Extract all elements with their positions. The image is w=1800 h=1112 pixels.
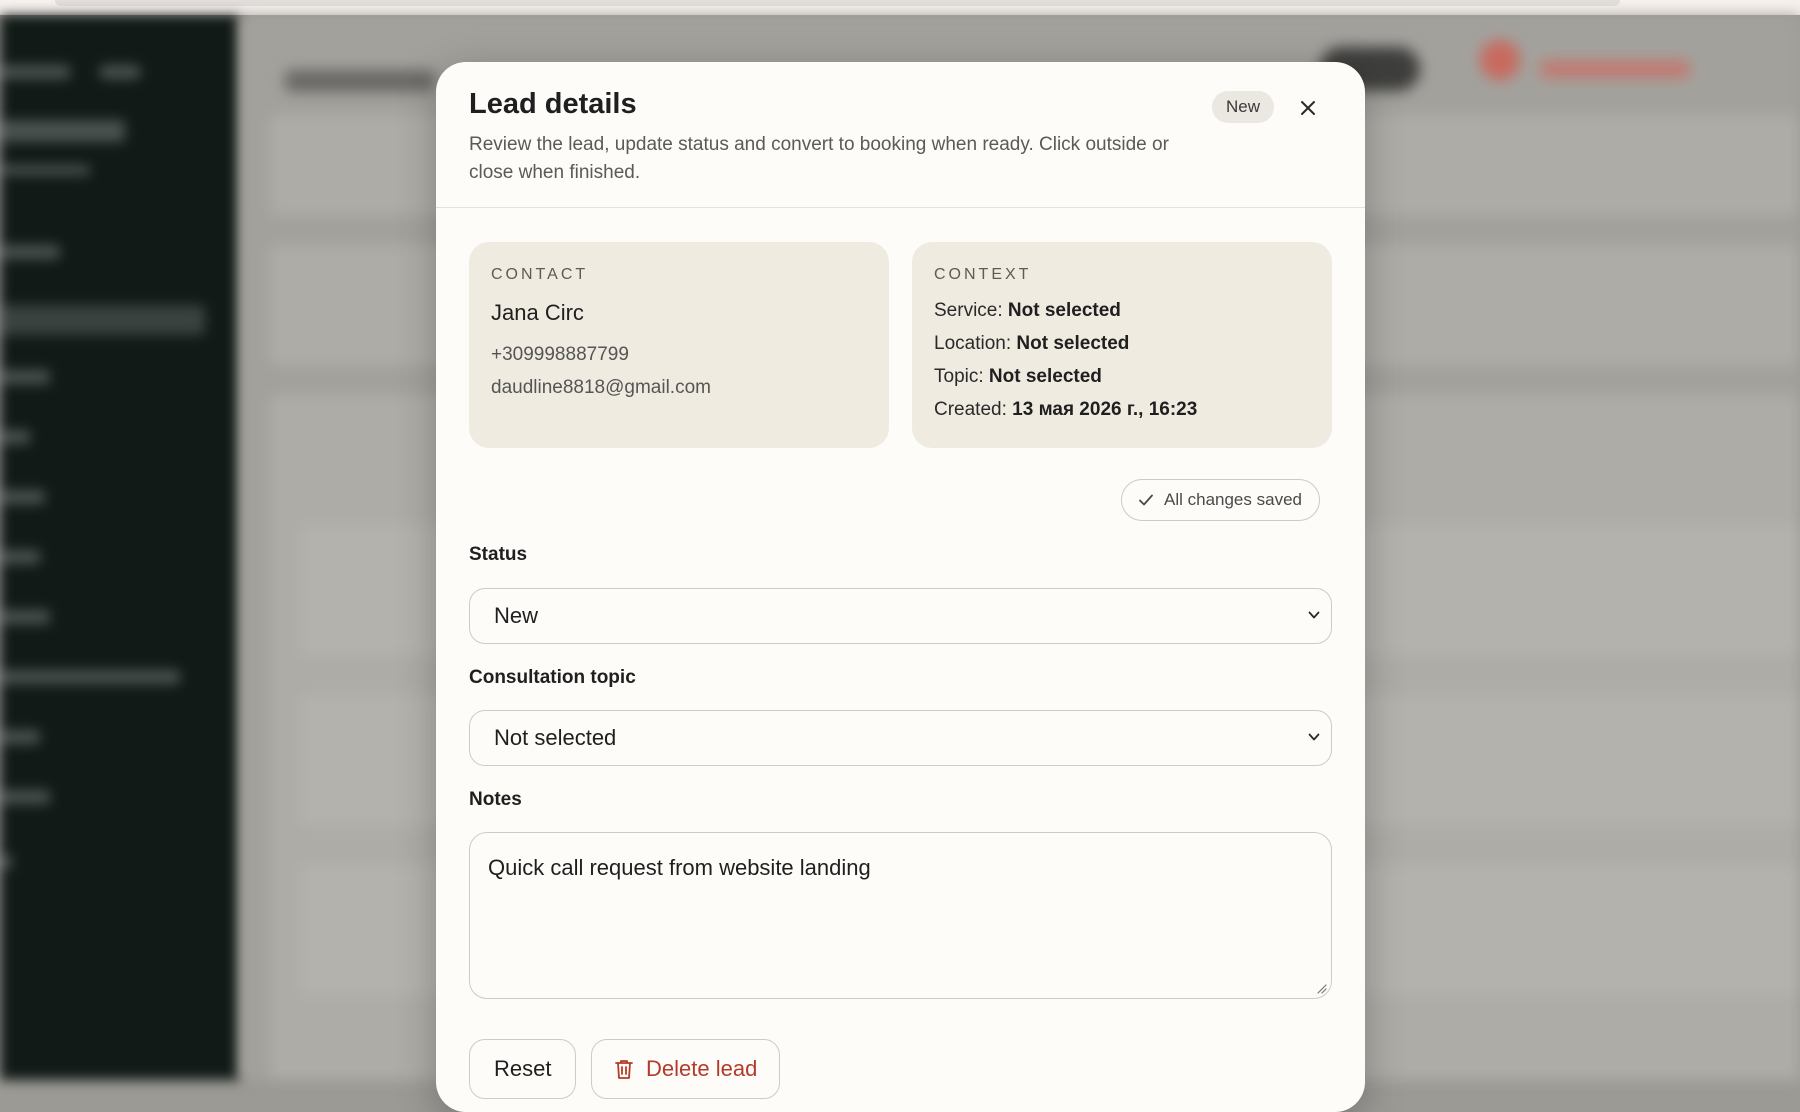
info-cards: CONTACT Jana Circ +309998887799 daudline… — [469, 242, 1332, 448]
contact-card-label: CONTACT — [491, 266, 589, 283]
context-service: Service: Not selected — [934, 294, 1310, 327]
context-created: Created: 13 мая 2026 г., 16:23 — [934, 393, 1310, 426]
save-status-indicator: All changes saved — [1121, 479, 1320, 521]
status-select-value: New — [494, 603, 539, 628]
close-icon — [1301, 101, 1315, 115]
context-service-value: Not selected — [1007, 300, 1121, 321]
context-location: Location: Not selected — [934, 327, 1310, 360]
browser-top-strip — [0, 0, 1800, 15]
modal-header: Lead details Review the lead, update sta… — [436, 62, 1365, 208]
context-created-value: 13 мая 2026 г., 16:23 — [1012, 399, 1198, 420]
status-select[interactable]: New — [469, 588, 1332, 644]
delete-lead-label: Delete lead — [646, 1056, 758, 1081]
delete-lead-button[interactable]: Delete lead — [591, 1039, 781, 1099]
modal-title: Lead details — [469, 88, 637, 120]
notes-textarea[interactable]: Quick call request from website landing — [469, 832, 1332, 999]
notes-field-label: Notes — [469, 789, 522, 810]
close-button[interactable] — [1294, 94, 1322, 122]
reset-button-label: Reset — [494, 1056, 552, 1081]
context-card-label: CONTEXT — [934, 266, 1032, 283]
context-created-label: Created: — [934, 399, 1007, 420]
status-field-label: Status — [469, 544, 528, 565]
topic-select-value: Not selected — [494, 725, 617, 750]
topic-field-label: Consultation topic — [469, 667, 636, 688]
resize-grip-icon[interactable] — [1315, 982, 1327, 994]
status-badge: New — [1212, 91, 1275, 123]
context-service-label: Service: — [934, 300, 1003, 321]
background-sidebar — [0, 15, 240, 1080]
contact-card: CONTACT Jana Circ +309998887799 daudline… — [469, 242, 889, 448]
consultation-topic-select[interactable]: Not selected — [469, 710, 1332, 766]
contact-phone: +309998887799 — [491, 344, 629, 365]
lead-details-modal: Lead details Review the lead, update sta… — [436, 62, 1365, 1112]
context-topic-value: Not selected — [988, 366, 1102, 387]
chevron-down-icon — [1308, 611, 1320, 619]
check-icon — [1139, 494, 1153, 506]
save-status-label: All changes saved — [1164, 490, 1302, 509]
context-topic-label: Topic: — [934, 366, 984, 387]
context-card: CONTEXT Service: Not selected Location: … — [912, 242, 1332, 448]
modal-subtitle: Review the lead, update status and conve… — [469, 134, 1169, 183]
notes-text: Quick call request from website landing — [488, 855, 871, 880]
context-location-label: Location: — [934, 333, 1012, 354]
context-location-value: Not selected — [1016, 333, 1130, 354]
contact-name: Jana Circ — [491, 300, 584, 325]
chevron-down-icon — [1308, 733, 1320, 741]
contact-email: daudline8818@gmail.com — [491, 377, 711, 398]
context-topic: Topic: Not selected — [934, 360, 1310, 393]
trash-icon — [615, 1060, 633, 1079]
reset-button[interactable]: Reset — [469, 1039, 577, 1099]
